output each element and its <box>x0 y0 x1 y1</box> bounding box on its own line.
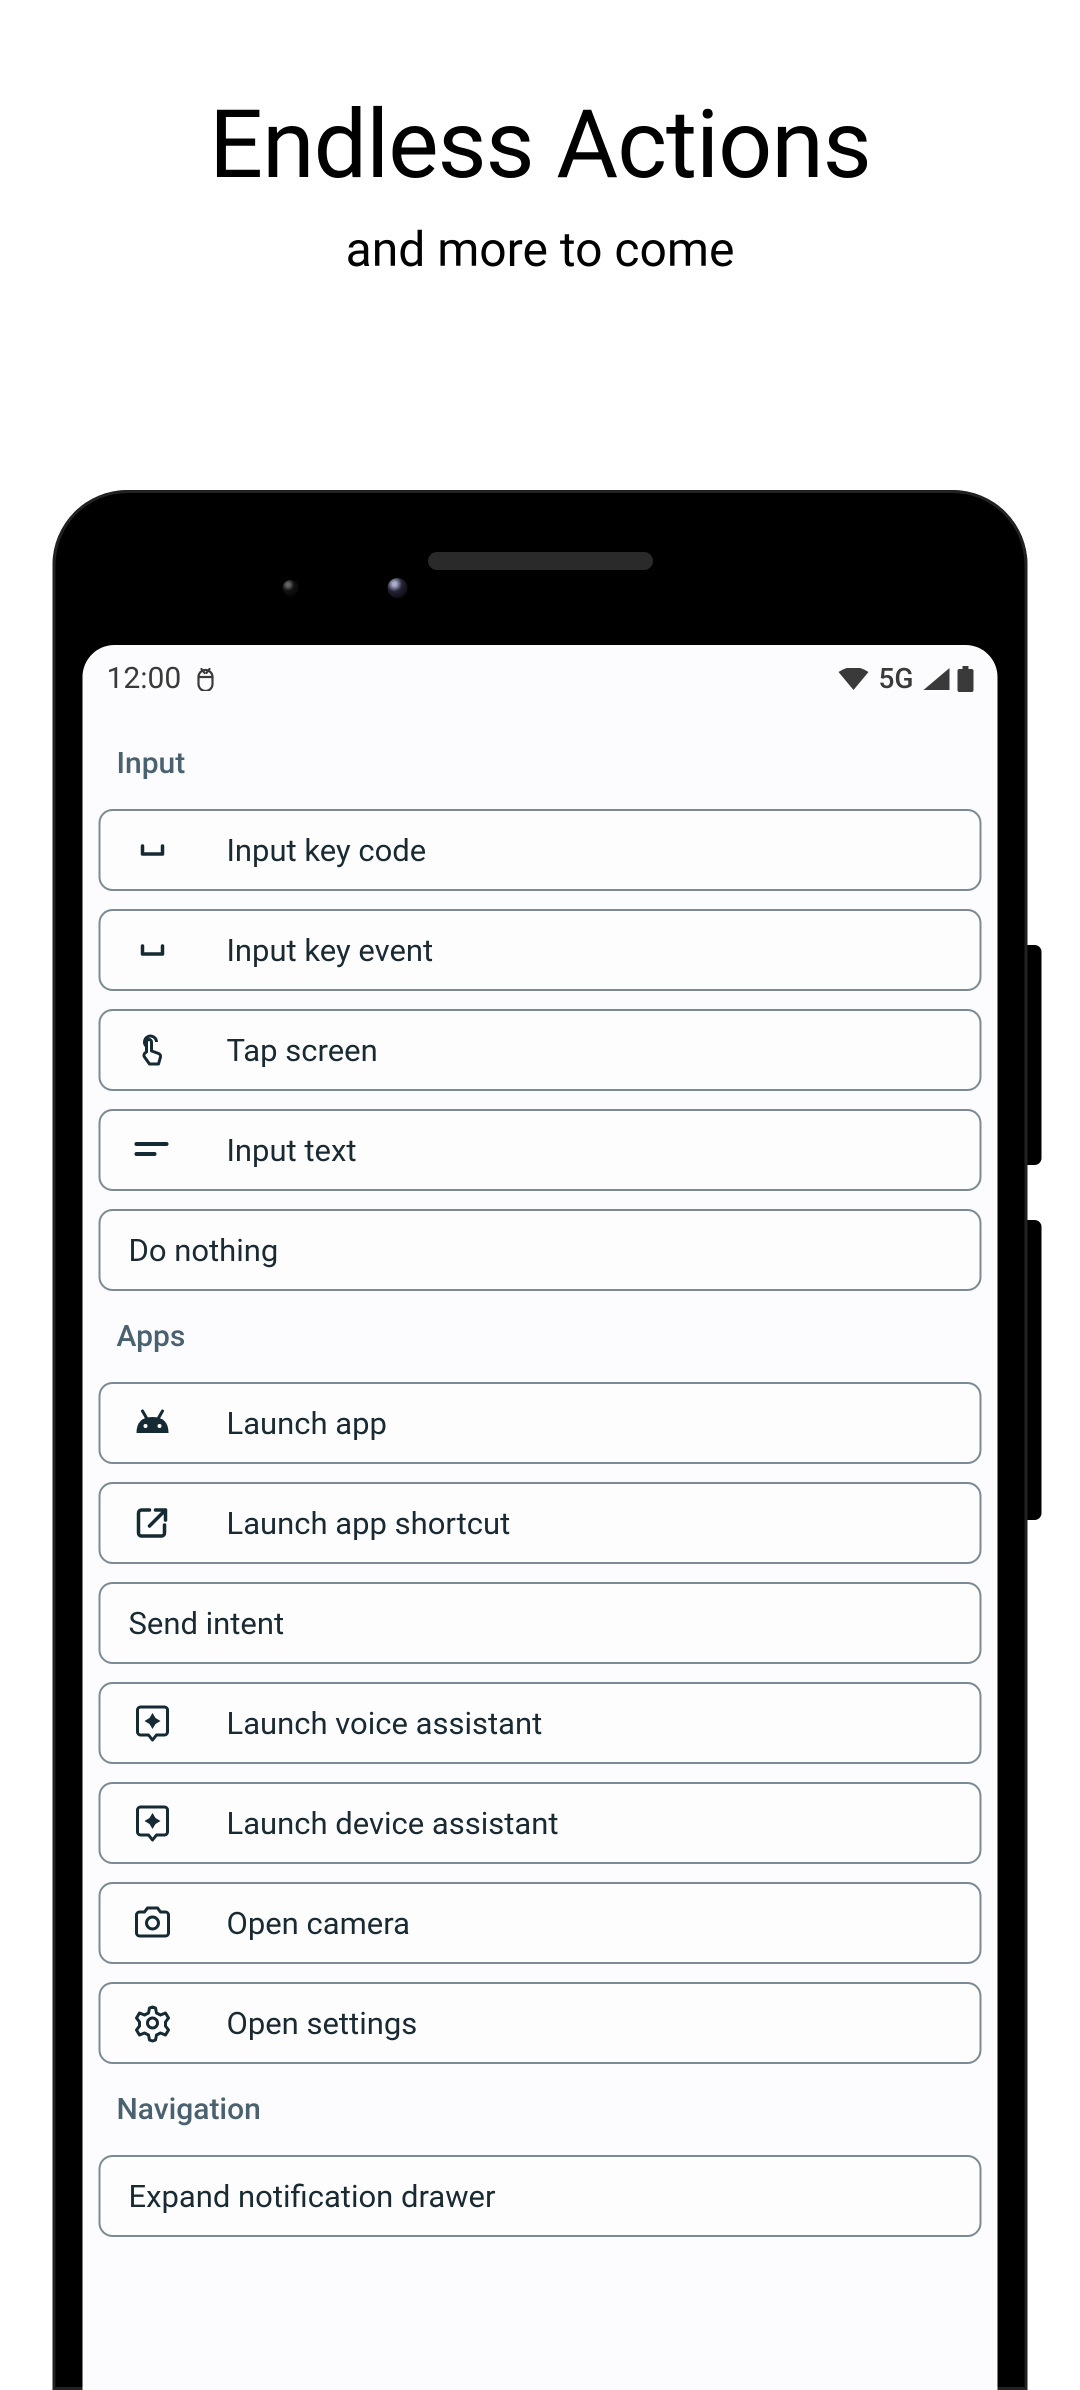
action-item-label: Expand notification drawer <box>129 2178 496 2215</box>
android-icon <box>129 1403 177 1443</box>
action-item[interactable]: Launch voice assistant <box>99 1682 982 1764</box>
assistant-badge-icon <box>129 1803 177 1843</box>
action-item-label: Do nothing <box>129 1232 279 1269</box>
space-bar-icon <box>129 930 177 970</box>
action-item[interactable]: Input text <box>99 1109 982 1191</box>
action-item-label: Launch app shortcut <box>227 1505 511 1542</box>
wifi-icon <box>839 668 869 690</box>
action-item-label: Tap screen <box>227 1032 378 1069</box>
action-item[interactable]: Tap screen <box>99 1009 982 1091</box>
action-item-label: Input key event <box>227 932 434 969</box>
open-in-new-icon <box>129 1503 177 1543</box>
space-bar-icon <box>129 830 177 870</box>
page-subtitle: and more to come <box>0 221 1080 278</box>
network-label: 5G <box>879 662 914 695</box>
action-item[interactable]: Launch device assistant <box>99 1782 982 1864</box>
short-text-icon <box>129 1130 177 1170</box>
action-item[interactable]: Input key event <box>99 909 982 991</box>
page-title: Endless Actions <box>0 90 1080 201</box>
action-item[interactable]: Do nothing <box>99 1209 982 1291</box>
section-header: Input <box>99 736 982 809</box>
status-time: 12:00 <box>107 661 182 696</box>
action-item-label: Send intent <box>129 1605 285 1642</box>
action-item[interactable]: Expand notification drawer <box>99 2155 982 2237</box>
section-header: Apps <box>99 1309 982 1382</box>
action-item-label: Open camera <box>227 1905 410 1942</box>
touch-app-icon <box>129 1030 177 1070</box>
action-item-label: Input key code <box>227 832 427 869</box>
action-item-label: Input text <box>227 1132 357 1169</box>
status-bar: 12:00 5G <box>83 645 998 708</box>
phone-screen: 12:00 5G <box>83 645 998 2390</box>
adb-icon <box>195 667 215 691</box>
action-item[interactable]: Launch app <box>99 1382 982 1464</box>
action-item[interactable]: Open settings <box>99 1982 982 2064</box>
action-item-label: Open settings <box>227 2005 418 2042</box>
phone-frame: 12:00 5G <box>53 490 1028 2390</box>
action-item-label: Launch voice assistant <box>227 1705 543 1742</box>
action-item[interactable]: Launch app shortcut <box>99 1482 982 1564</box>
action-item[interactable]: Open camera <box>99 1882 982 1964</box>
action-item[interactable]: Send intent <box>99 1582 982 1664</box>
assistant-badge-icon <box>129 1703 177 1743</box>
battery-icon <box>958 666 974 692</box>
action-item-label: Launch device assistant <box>227 1805 559 1842</box>
section-header: Navigation <box>99 2082 982 2155</box>
signal-icon <box>924 668 950 690</box>
settings-icon <box>129 2003 177 2043</box>
action-item-label: Launch app <box>227 1405 387 1442</box>
camera-icon <box>129 1903 177 1943</box>
action-item[interactable]: Input key code <box>99 809 982 891</box>
